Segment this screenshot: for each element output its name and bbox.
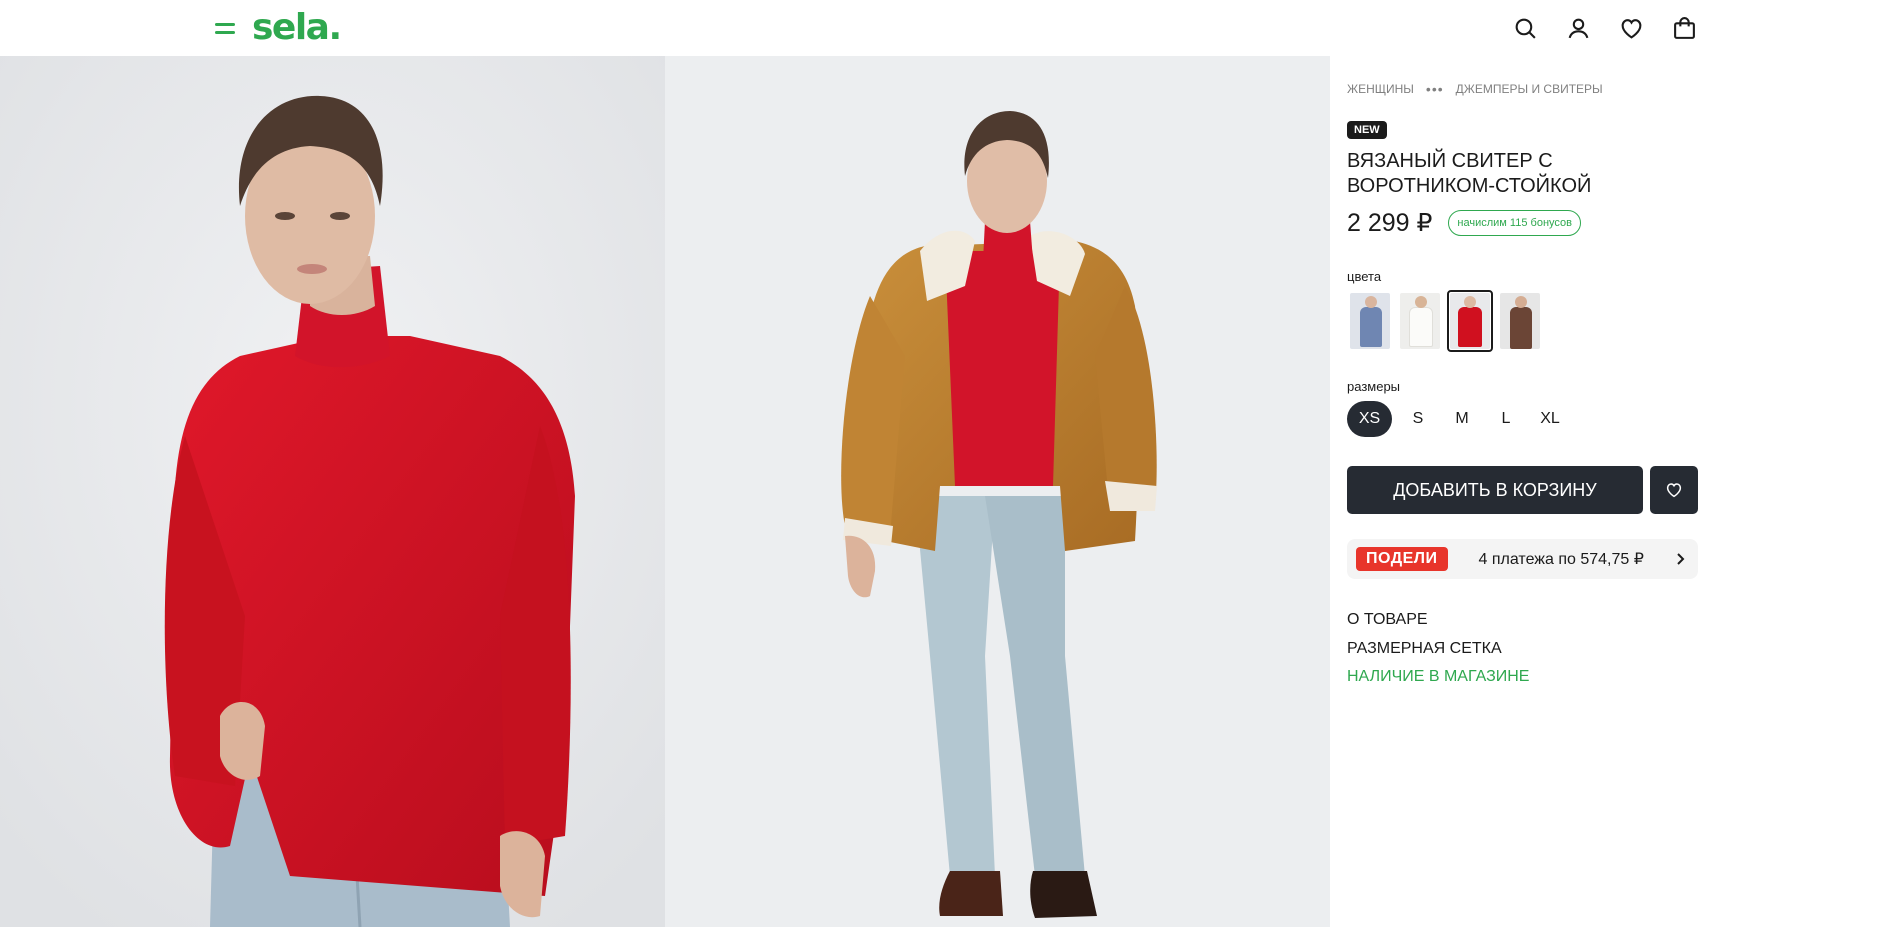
colors-label: цвета	[1347, 269, 1382, 284]
size-option-xl[interactable]: XL	[1532, 401, 1568, 437]
size-selector: XS S M L XL	[1347, 401, 1576, 437]
store-availability-link[interactable]: НАЛИЧИЕ В МАГАЗИНЕ	[1347, 663, 1529, 692]
add-to-cart-button[interactable]: ДОБАВИТЬ В КОРЗИНУ	[1347, 466, 1643, 514]
sizes-label: размеры	[1347, 379, 1401, 394]
brand-logo[interactable]: sela.	[252, 6, 342, 50]
search-icon[interactable]	[1513, 16, 1538, 41]
podeli-text: 4 платежа по 574,75 ₽	[1478, 551, 1644, 568]
size-option-s[interactable]: S	[1400, 401, 1436, 437]
heart-icon[interactable]	[1619, 16, 1644, 41]
color-swatch-white[interactable]	[1397, 290, 1443, 352]
product-title: ВЯЗАНЫЙ СВИТЕР С ВОРОТНИКОМ-СТОЙКОЙ	[1347, 150, 1592, 197]
color-swatches	[1347, 290, 1543, 352]
account-icon[interactable]	[1566, 16, 1591, 41]
podeli-logo: ПОДЕЛИ	[1356, 547, 1448, 571]
menu-icon[interactable]	[213, 20, 237, 38]
add-to-favorites-button[interactable]	[1650, 466, 1698, 514]
color-swatch-blue[interactable]	[1347, 290, 1393, 352]
heart-icon	[1666, 483, 1682, 498]
breadcrumb-women[interactable]: ЖЕНЩИНЫ	[1347, 82, 1414, 96]
product-gallery	[0, 56, 1330, 927]
price-row: 2 299 ₽ начислим 115 бонусов	[1347, 208, 1581, 238]
new-badge: NEW	[1347, 121, 1387, 139]
color-swatch-red[interactable]	[1447, 290, 1493, 352]
podeli-installments[interactable]: ПОДЕЛИ 4 платежа по 574,75 ₽	[1347, 539, 1698, 579]
chevron-right-icon	[1677, 553, 1685, 565]
product-photo-look[interactable]	[665, 56, 1330, 927]
about-product-link[interactable]: О ТОВАРЕ	[1347, 606, 1529, 635]
breadcrumb-sweaters[interactable]: ДЖЕМПЕРЫ И СВИТЕРЫ	[1456, 82, 1603, 96]
site-header: sela.	[0, 0, 1903, 56]
product-price: 2 299 ₽	[1347, 209, 1433, 237]
bag-icon[interactable]	[1672, 16, 1697, 41]
size-option-l[interactable]: L	[1488, 401, 1524, 437]
breadcrumb-more-icon[interactable]: •••	[1426, 82, 1444, 96]
product-photo-front[interactable]	[0, 56, 665, 927]
size-option-xs[interactable]: XS	[1347, 401, 1392, 437]
header-actions	[1513, 16, 1697, 41]
info-links: О ТОВАРЕ РАЗМЕРНАЯ СЕТКА НАЛИЧИЕ В МАГАЗ…	[1347, 606, 1529, 692]
size-option-m[interactable]: M	[1444, 401, 1480, 437]
color-swatch-brown[interactable]	[1497, 290, 1543, 352]
size-chart-link[interactable]: РАЗМЕРНАЯ СЕТКА	[1347, 635, 1529, 664]
breadcrumb: ЖЕНЩИНЫ ••• ДЖЕМПЕРЫ И СВИТЕРЫ	[1347, 82, 1603, 96]
bonus-badge: начислим 115 бонусов	[1448, 210, 1581, 236]
